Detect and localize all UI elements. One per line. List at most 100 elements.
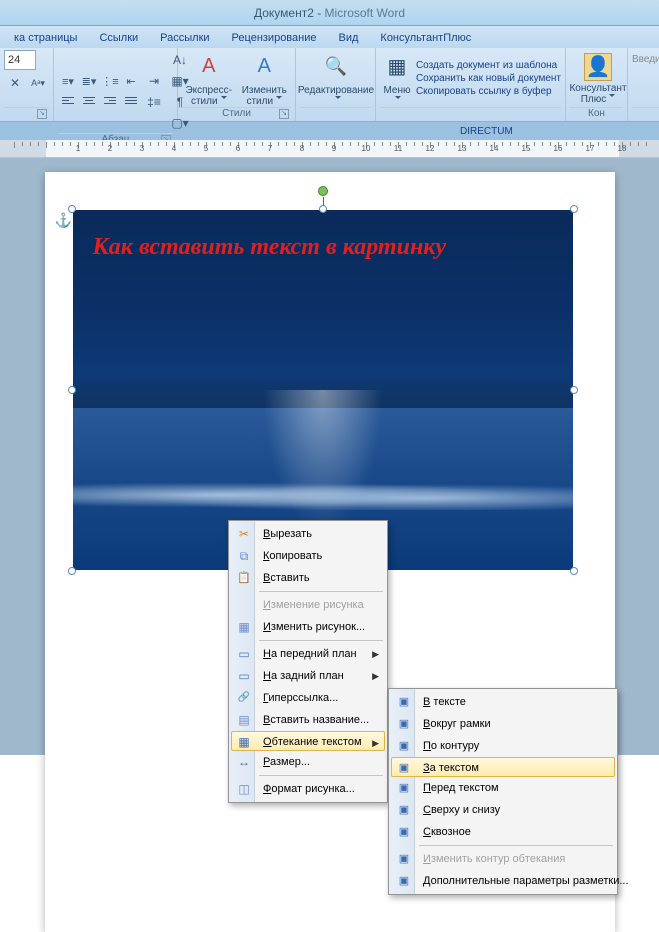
chevron-right-icon: ▶ xyxy=(372,643,379,665)
tab-mailings[interactable]: Рассылки xyxy=(150,29,219,48)
wrap-through[interactable]: Сквозное xyxy=(391,821,615,843)
ribbon: 24 ✕ Aᵃ▾ ↘ ≡▾ ≣▾ ⋮≡ ⇤ ⇥ ‡≡ xyxy=(0,48,659,122)
consultant-icon: 👤 xyxy=(584,53,612,81)
image-overlay-text: Как вставить текст в картинку xyxy=(93,234,447,261)
ctx-send-back[interactable]: На задний план▶ xyxy=(231,665,385,687)
cut-icon xyxy=(235,525,253,543)
document-area[interactable]: ⚓ Как вставить текст в картинку Вырезать… xyxy=(0,158,659,755)
wrap-behind-icon xyxy=(395,759,413,777)
numbering-button[interactable]: ≣▾ xyxy=(79,71,99,91)
change-styles-icon: A xyxy=(248,51,280,83)
font-group-label: ↘ xyxy=(4,107,49,121)
wrap-submenu: В тексте Вокруг рамки По контуру За текс… xyxy=(388,688,618,895)
align-center-button[interactable] xyxy=(79,92,99,112)
align-right-button[interactable] xyxy=(100,92,120,112)
clear-format-button[interactable]: ✕ xyxy=(4,72,26,94)
ctx-cut[interactable]: Вырезать xyxy=(231,523,385,545)
wrap-icon xyxy=(235,733,253,751)
ctx-text-wrap[interactable]: Обтекание текстом▶ xyxy=(231,731,385,751)
font-size-input[interactable]: 24 xyxy=(4,50,36,70)
ctx-size[interactable]: Размер... xyxy=(231,751,385,773)
caption-icon xyxy=(235,711,253,729)
resize-handle-mr[interactable] xyxy=(570,386,578,394)
link-icon xyxy=(235,689,253,707)
change-styles-button[interactable]: A Изменить стили xyxy=(238,51,292,107)
menu-icon: ▦ xyxy=(381,51,413,83)
front-icon xyxy=(235,645,253,663)
quick-styles-icon: A xyxy=(193,51,225,83)
ctx-bring-front[interactable]: На передний план▶ xyxy=(231,643,385,665)
resize-handle-tr[interactable] xyxy=(570,205,578,213)
indent-inc-button[interactable]: ⇥ xyxy=(143,71,165,91)
ctx-format-picture[interactable]: Формат рисунка... xyxy=(231,778,385,800)
wrap-inline[interactable]: В тексте xyxy=(391,691,615,713)
link-copy-buffer[interactable]: Скопировать ссылку в буфер xyxy=(416,86,561,97)
title-bar: Документ2 - Microsoft Word xyxy=(0,0,659,26)
line-spacing-button[interactable]: ‡≡ xyxy=(143,92,165,112)
selected-image[interactable]: Как вставить текст в картинку xyxy=(73,210,573,570)
wrap-edit-icon xyxy=(395,850,413,868)
font-grow-button[interactable]: Aᵃ▾ xyxy=(27,72,49,94)
find-icon: 🔍 xyxy=(320,51,352,83)
tab-links[interactable]: Ссылки xyxy=(89,29,148,48)
resize-handle-bl[interactable] xyxy=(68,567,76,575)
tab-view[interactable]: Вид xyxy=(329,29,369,48)
resize-handle-tl[interactable] xyxy=(68,205,76,213)
wrap-inline-icon xyxy=(395,693,413,711)
wrap-more-icon xyxy=(395,872,413,890)
ctx-change-picture: Изменение рисунка xyxy=(231,594,385,616)
quick-styles-button[interactable]: A Экспресс-стили xyxy=(182,51,236,107)
ctx-paste[interactable]: Вставить xyxy=(231,567,385,589)
wrap-front-icon xyxy=(395,779,413,797)
wrap-topbot-icon xyxy=(395,801,413,819)
back-icon xyxy=(235,667,253,685)
tab-review[interactable]: Рецензирование xyxy=(222,29,327,48)
doc-name: Документ2 xyxy=(254,6,314,20)
chevron-right-icon: ▶ xyxy=(372,665,379,687)
align-justify-button[interactable] xyxy=(121,92,141,112)
resize-handle-tm[interactable] xyxy=(319,205,327,213)
image-content: Как вставить текст в картинку xyxy=(73,210,573,570)
bullets-button[interactable]: ≡▾ xyxy=(58,71,78,91)
wrap-behind-text[interactable]: За текстом xyxy=(391,757,615,777)
paste-icon xyxy=(235,569,253,587)
picture-icon xyxy=(235,618,253,636)
wrap-tight-icon xyxy=(395,737,413,755)
tab-consultant[interactable]: КонсультантПлюс xyxy=(370,29,481,48)
multilevel-button[interactable]: ⋮≡ xyxy=(100,71,120,91)
ctx-insert-caption[interactable]: Вставить название... xyxy=(231,709,385,731)
wrap-square[interactable]: Вокруг рамки xyxy=(391,713,615,735)
align-left-button[interactable] xyxy=(58,92,78,112)
wrap-top-bottom[interactable]: Сверху и снизу xyxy=(391,799,615,821)
link-save-new[interactable]: Сохранить как новый документ xyxy=(416,73,561,84)
copy-icon xyxy=(235,547,253,565)
consultant-button[interactable]: 👤 Консультант Плюс xyxy=(570,53,626,105)
ctx-edit-picture[interactable]: Изменить рисунок... xyxy=(231,616,385,638)
link-create-template[interactable]: Создать документ из шаблона xyxy=(416,60,561,71)
wrap-more-options[interactable]: Дополнительные параметры разметки... xyxy=(391,870,615,892)
font-dialog-launcher[interactable]: ↘ xyxy=(37,109,47,119)
resize-handle-ml[interactable] xyxy=(68,386,76,394)
anchor-icon: ⚓ xyxy=(55,212,72,229)
menu-button[interactable]: ▦ Меню xyxy=(380,51,414,107)
wrap-square-icon xyxy=(395,715,413,733)
indent-dec-button[interactable]: ⇤ xyxy=(121,71,141,91)
context-menu: Вырезать Копировать Вставить Изменение р… xyxy=(228,520,388,803)
size-icon xyxy=(235,753,253,771)
app-name: Microsoft Word xyxy=(325,6,405,20)
tab-0[interactable]: ка страницы xyxy=(4,29,87,48)
format-icon xyxy=(235,780,253,798)
horizontal-ruler[interactable]: 123456789101112131415161718 xyxy=(0,140,659,158)
wrap-edit-points: Изменить контур обтекания xyxy=(391,848,615,870)
ctx-hyperlink[interactable]: Гиперссылка... xyxy=(231,687,385,709)
wrap-front-text[interactable]: Перед текстом xyxy=(391,777,615,799)
ribbon-tabs: ка страницы Ссылки Рассылки Рецензирован… xyxy=(0,26,659,48)
styles-dialog-launcher[interactable]: ↘ xyxy=(279,109,289,119)
ctx-copy[interactable]: Копировать xyxy=(231,545,385,567)
consultant-group-label: Кон xyxy=(570,107,623,121)
editing-button[interactable]: 🔍 Редактирование xyxy=(300,51,372,107)
tellme-input[interactable]: Введите xyxy=(632,54,659,65)
resize-handle-br[interactable] xyxy=(570,567,578,575)
wrap-tight[interactable]: По контуру xyxy=(391,735,615,757)
rotate-handle[interactable] xyxy=(318,186,328,196)
